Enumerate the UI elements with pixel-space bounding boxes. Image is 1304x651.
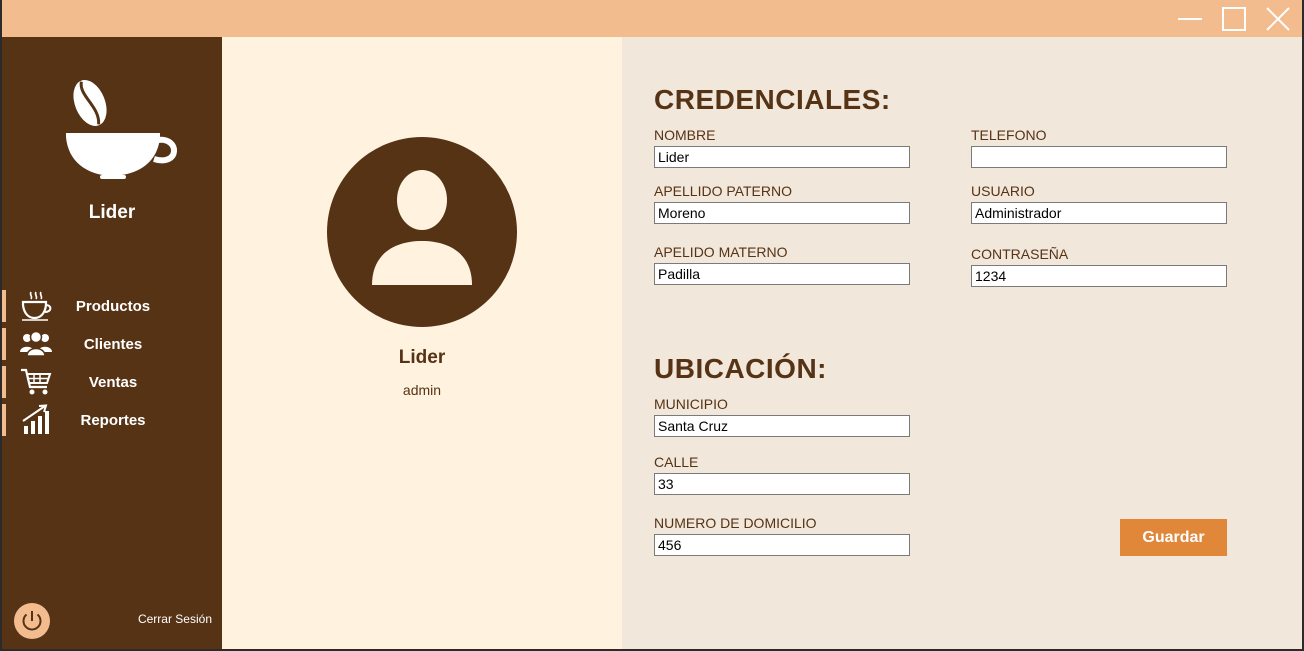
nav-accent xyxy=(2,366,6,398)
calle-label: CALLE xyxy=(654,454,699,470)
profile-role: admin xyxy=(402,382,442,398)
contrasena-label: CONTRASEÑA xyxy=(971,246,1069,262)
coffee-cup-bean-icon xyxy=(62,77,182,182)
profile-panel: Lider admin xyxy=(222,37,622,649)
contrasena-field[interactable] xyxy=(971,265,1227,287)
user-avatar-icon xyxy=(327,137,517,327)
usuario-label: USUARIO xyxy=(971,183,1035,199)
credenciales-title: CREDENCIALES: xyxy=(654,84,891,115)
municipio-label: MUNICIPIO xyxy=(654,396,728,412)
sidebar: Lider Productos Clientes Ventas Reportes… xyxy=(2,37,222,649)
sidebar-item-productos[interactable]: Productos xyxy=(2,290,222,322)
save-button[interactable]: Guardar xyxy=(1120,519,1227,556)
apellido-paterno-label: APELLIDO PATERNO xyxy=(654,183,792,199)
nav-accent xyxy=(2,290,6,322)
logout-link[interactable]: Cerrar Sesión xyxy=(122,612,212,626)
nav-accent xyxy=(2,328,6,360)
sidebar-item-label: Reportes xyxy=(80,412,146,429)
apellido-materno-field[interactable] xyxy=(654,263,910,285)
calle-field[interactable] xyxy=(654,473,910,495)
nav-accent xyxy=(2,404,6,436)
numero-domicilio-field[interactable] xyxy=(654,534,910,556)
apellido-materno-label: APELIDO MATERNO xyxy=(654,244,788,260)
apellido-paterno-field[interactable] xyxy=(654,202,910,224)
maximize-icon[interactable] xyxy=(1219,4,1249,34)
close-icon[interactable] xyxy=(1263,4,1293,34)
coffee-cup-icon xyxy=(19,290,53,322)
sidebar-item-reportes[interactable]: Reportes xyxy=(2,404,222,436)
users-icon xyxy=(19,328,53,360)
nombre-label: NOMBRE xyxy=(654,127,716,143)
minimize-icon[interactable] xyxy=(1175,4,1205,34)
profile-name: Lider xyxy=(398,347,446,368)
sidebar-item-ventas[interactable]: Ventas xyxy=(2,366,222,398)
nombre-field[interactable] xyxy=(654,146,910,168)
sidebar-item-label: Productos xyxy=(75,298,151,315)
power-icon[interactable] xyxy=(14,603,50,639)
shopping-cart-icon xyxy=(19,366,53,398)
sidebar-item-label: Ventas xyxy=(88,374,138,391)
sidebar-item-clientes[interactable]: Clientes xyxy=(2,328,222,360)
chart-growth-icon xyxy=(19,404,53,436)
ubicacion-title: UBICACIÓN: xyxy=(654,353,827,384)
municipio-field[interactable] xyxy=(654,415,910,437)
title-bar xyxy=(2,0,1302,37)
sidebar-user-name: Lider xyxy=(88,202,136,223)
telefono-field[interactable] xyxy=(971,146,1227,168)
usuario-field[interactable] xyxy=(971,202,1227,224)
telefono-label: TELEFONO xyxy=(971,127,1047,143)
numero-domicilio-label: NUMERO DE DOMICILIO xyxy=(654,515,817,531)
app-window: Lider Productos Clientes Ventas Reportes… xyxy=(2,0,1302,649)
sidebar-item-label: Clientes xyxy=(83,336,143,353)
